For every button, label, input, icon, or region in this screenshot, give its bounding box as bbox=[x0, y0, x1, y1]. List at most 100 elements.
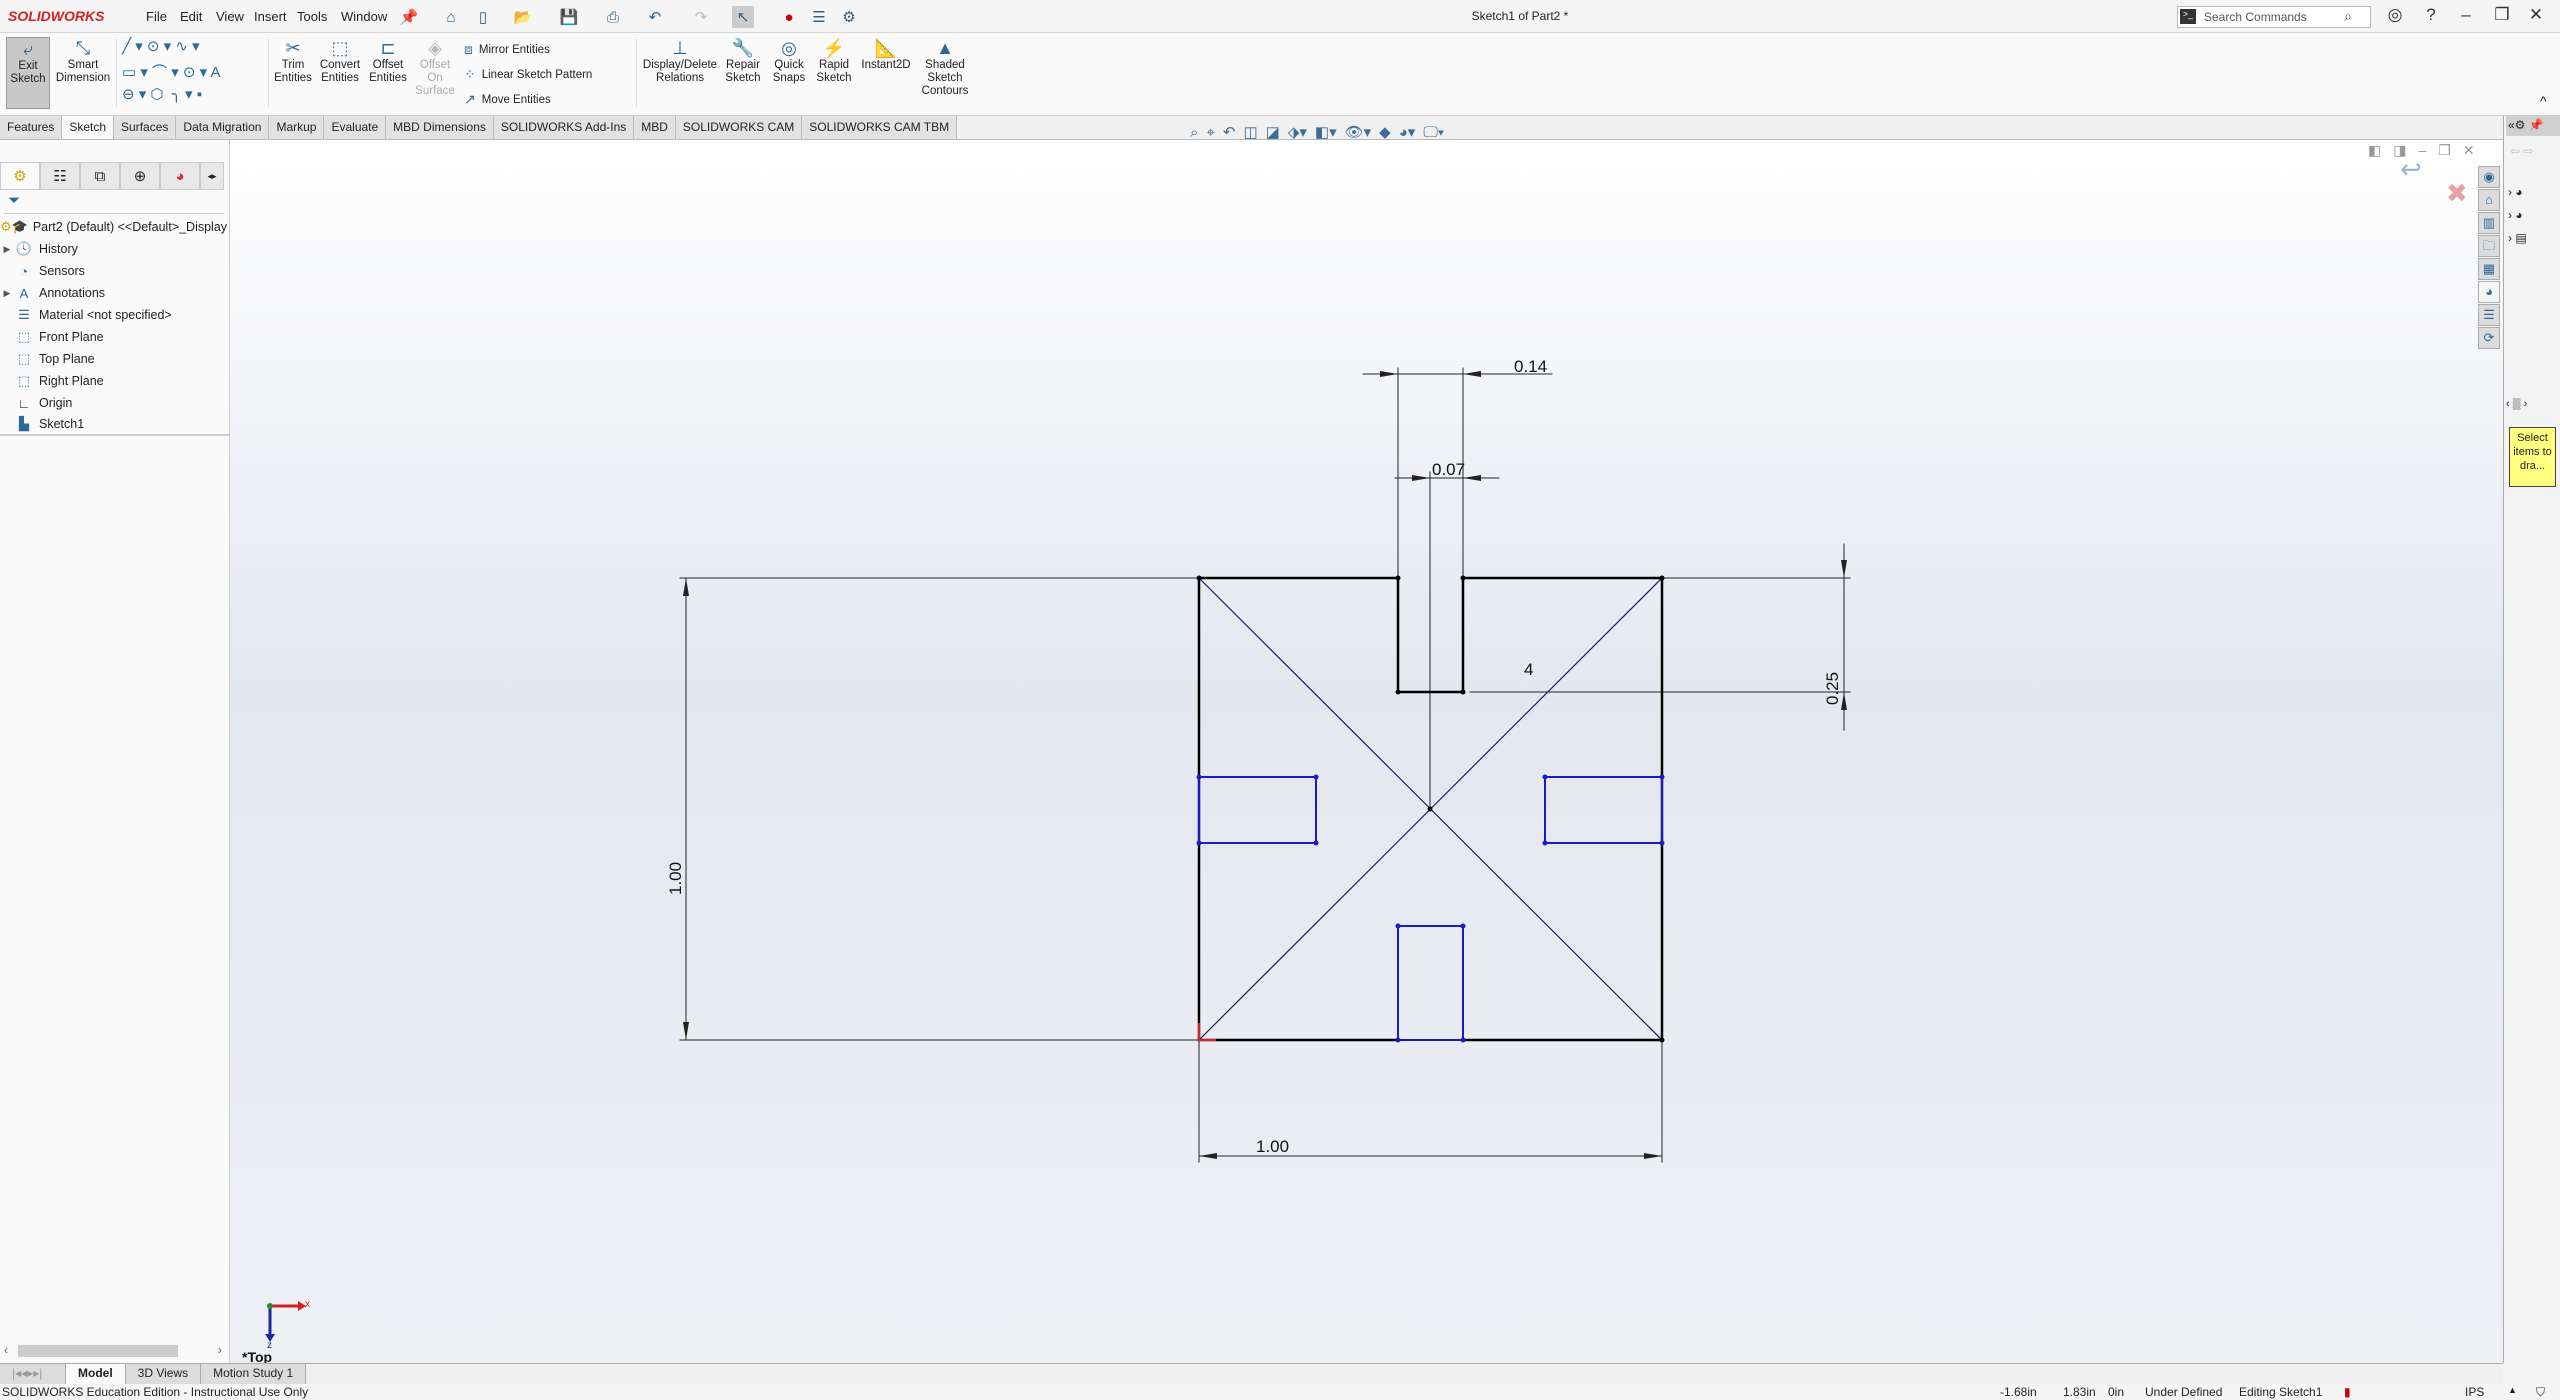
print-icon[interactable]: ⎙ bbox=[602, 6, 624, 28]
collapse-ribbon-icon[interactable]: ^ bbox=[2540, 93, 2547, 109]
tree-item-sketch1[interactable]: ▙ Sketch1 bbox=[0, 414, 230, 436]
rectangle-icon[interactable]: ▭ ▾ ⌒ ▾ ⊙ ▾ A bbox=[122, 61, 221, 82]
rebuild-icon[interactable]: ● bbox=[778, 6, 800, 28]
zoom-to-fit-icon[interactable]: ⌕ bbox=[1190, 124, 1198, 141]
tab-data-migration[interactable]: Data Migration bbox=[176, 116, 270, 139]
section-view-icon[interactable]: ◫ bbox=[1243, 123, 1257, 141]
display-manager-tab-icon[interactable]: ◕ bbox=[160, 162, 200, 190]
appearance-tree[interactable]: › ◕ › ◕ › ▤ bbox=[2508, 181, 2527, 250]
offset-entities-button[interactable]: ⊏ Offset Entities bbox=[366, 37, 410, 109]
close-button[interactable]: ✕ bbox=[2524, 5, 2548, 25]
trim-entities-button[interactable]: ✂ Trim Entities bbox=[272, 37, 314, 109]
view-settings-icon[interactable]: 🖵▾ bbox=[1423, 124, 1444, 141]
shaded-sketch-contours-button[interactable]: ▲ Shaded Sketch Contours bbox=[918, 37, 972, 109]
scroll-thumb[interactable] bbox=[18, 1345, 178, 1357]
custom-properties-icon[interactable]: ☰ bbox=[2478, 304, 2500, 326]
menu-window[interactable]: Window bbox=[341, 9, 387, 24]
forum-icon[interactable]: ⟳ bbox=[2478, 327, 2500, 349]
under-defined-slots[interactable] bbox=[1198, 776, 1663, 1041]
menu-view[interactable]: View bbox=[216, 9, 244, 24]
smart-dimension-button[interactable]: ⤡ Smart Dimension bbox=[54, 37, 112, 109]
dimension-width-1.00[interactable]: 1.00 bbox=[1256, 1137, 1289, 1156]
file-explorer-icon[interactable]: 🗀 bbox=[2478, 235, 2500, 257]
tab-model[interactable]: Model bbox=[66, 1364, 126, 1384]
tab-3d-views[interactable]: 3D Views bbox=[125, 1364, 202, 1384]
menu-insert[interactable]: Insert bbox=[254, 9, 287, 24]
exit-sketch-button[interactable]: ⤶ Exit Sketch bbox=[6, 37, 50, 109]
instant2d-button[interactable]: 📐 Instant2D bbox=[858, 37, 914, 109]
display-delete-relations-button[interactable]: ⊥ Display/Delete Relations bbox=[640, 37, 720, 109]
help-icon[interactable]: ? bbox=[2419, 5, 2443, 25]
tab-mbd-dimensions[interactable]: MBD Dimensions bbox=[386, 116, 494, 139]
tab-evaluate[interactable]: Evaluate bbox=[324, 116, 387, 139]
menu-tools[interactable]: Tools bbox=[297, 9, 327, 24]
tab-solidworks-add-ins[interactable]: SOLIDWORKS Add-Ins bbox=[493, 116, 635, 139]
collapse-icon[interactable]: «⚙ bbox=[2508, 118, 2525, 132]
slot-icon[interactable]: ⊖ ▾ ⬡ ╮ ▾ ▪ bbox=[122, 85, 202, 103]
line-icon[interactable]: ╱ ▾ ⊙ ▾ ∿ ▾ bbox=[122, 37, 200, 55]
property-manager-tab-icon[interactable]: ☷ bbox=[40, 162, 80, 190]
select-icon[interactable]: ↖ bbox=[732, 6, 754, 28]
dynamic-annotation-icon[interactable]: ◪ bbox=[1266, 123, 1280, 141]
file-properties-icon[interactable]: ☰ bbox=[808, 6, 830, 28]
quick-snaps-button[interactable]: ◎ Quick Snaps bbox=[768, 37, 810, 109]
tab-mbd[interactable]: MBD bbox=[634, 116, 676, 139]
open-icon[interactable]: 📂 bbox=[512, 6, 534, 28]
scroll-right-icon[interactable]: › bbox=[218, 1343, 222, 1357]
task-pane-scrollbar[interactable]: ‹ ▒ › bbox=[2506, 398, 2527, 410]
tree-item-front-plane[interactable]: ⬚ Front Plane bbox=[0, 326, 230, 348]
zoom-area-icon[interactable]: ⌖ bbox=[1206, 124, 1214, 141]
back-forward-icons[interactable]: ⇦ ⇨ bbox=[2510, 144, 2533, 158]
edit-appearance-icon[interactable]: ◆ bbox=[1379, 123, 1391, 141]
tab-motion-study-1[interactable]: Motion Study 1 bbox=[201, 1364, 307, 1384]
graphics-area[interactable]: 0.14 0.07 4 0.25 1.00 1.00 x z *Top ◧ ◨ – ❐… bbox=[230, 140, 2503, 1363]
hide-show-icon[interactable]: 👁▾ bbox=[1345, 123, 1372, 141]
options-gear-icon[interactable]: ⚙ bbox=[838, 6, 860, 28]
offset-on-surface-button[interactable]: ◈ Offset On Surface bbox=[414, 37, 456, 109]
confirm-corner-accept-icon[interactable]: ↩ bbox=[2400, 154, 2422, 185]
rebuild-status-icon[interactable]: ▮ bbox=[2344, 1385, 2351, 1399]
redo-icon[interactable]: ↷ bbox=[690, 6, 712, 28]
pin-icon[interactable]: 📌 bbox=[398, 6, 420, 28]
tree-item-right-plane[interactable]: ⬚ Right Plane bbox=[0, 370, 230, 392]
new-document-icon[interactable]: ▯ bbox=[472, 6, 494, 28]
scenes-icon[interactable]: ◕▾ bbox=[1399, 123, 1416, 141]
search-commands-input[interactable]: >_ Search Commands ⌕ bbox=[2177, 6, 2371, 28]
solidworks-resources-icon[interactable]: ◉ bbox=[2478, 166, 2500, 188]
tree-item-sensors[interactable]: ◔ Sensors bbox=[0, 260, 230, 282]
menu-file[interactable]: File bbox=[146, 9, 167, 24]
tree-item-history[interactable]: ▶ 🕓 History bbox=[0, 238, 230, 260]
undo-icon[interactable]: ↶ bbox=[644, 6, 666, 28]
tree-horizontal-scrollbar[interactable]: ‹ › bbox=[4, 1343, 226, 1359]
menu-edit[interactable]: Edit bbox=[180, 9, 202, 24]
move-entities-button[interactable]: ↗ Move Entities bbox=[464, 91, 551, 108]
tag-icon[interactable]: ⛉ bbox=[2536, 1385, 2545, 1400]
viewport-close-icon[interactable]: ✕ bbox=[2463, 142, 2475, 159]
tab-surfaces[interactable]: Surfaces bbox=[114, 116, 177, 139]
design-library-icon[interactable]: ▥ bbox=[2478, 212, 2500, 234]
previous-view-icon[interactable]: ↶ bbox=[1223, 123, 1236, 141]
convert-entities-button[interactable]: ⬚ Convert Entities bbox=[318, 37, 362, 109]
units-menu-arrow-icon[interactable]: ▲ bbox=[2508, 1385, 2517, 1395]
search-icon[interactable]: ⌕ bbox=[2344, 8, 2352, 25]
restore-button[interactable]: ❐ bbox=[2490, 5, 2514, 25]
sketch-canvas[interactable]: 0.14 0.07 4 0.25 1.00 1.00 x z *Top bbox=[230, 140, 2503, 1363]
tree-item-top-plane[interactable]: ⬚ Top Plane bbox=[0, 348, 230, 370]
tab-scroll-arrows[interactable]: |◂◂▸▸| bbox=[0, 1364, 66, 1384]
tab-solidworks-cam-tbm[interactable]: SOLIDWORKS CAM TBM bbox=[802, 116, 958, 139]
scroll-left-icon[interactable]: ‹ bbox=[4, 1343, 8, 1357]
pin-icon[interactable]: 📌 bbox=[2529, 118, 2544, 132]
tab-markup[interactable]: Markup bbox=[269, 116, 325, 139]
appearances-icon[interactable]: ◕ bbox=[2478, 281, 2500, 303]
mirror-entities-button[interactable]: ⧈ Mirror Entities bbox=[464, 41, 550, 58]
display-style-icon[interactable]: ◧▾ bbox=[1315, 123, 1337, 141]
feature-manager-tab-icon[interactable]: ⚙ bbox=[0, 162, 40, 190]
tile-left-icon[interactable]: ◧ bbox=[2368, 142, 2381, 159]
pattern-count-label[interactable]: 4 bbox=[1524, 660, 1533, 679]
configuration-manager-tab-icon[interactable]: ⧉ bbox=[80, 162, 120, 190]
tree-root-part[interactable]: ⚙🎓 Part2 (Default) <<Default>_Display Sta… bbox=[0, 216, 230, 238]
unit-system[interactable]: IPS bbox=[2465, 1385, 2484, 1399]
tree-item-material[interactable]: ☰ Material <not specified> bbox=[0, 304, 230, 326]
tree-item-annotations[interactable]: ▶ A Annotations bbox=[0, 282, 230, 304]
filter-icon[interactable]: ⏷ bbox=[4, 192, 224, 214]
